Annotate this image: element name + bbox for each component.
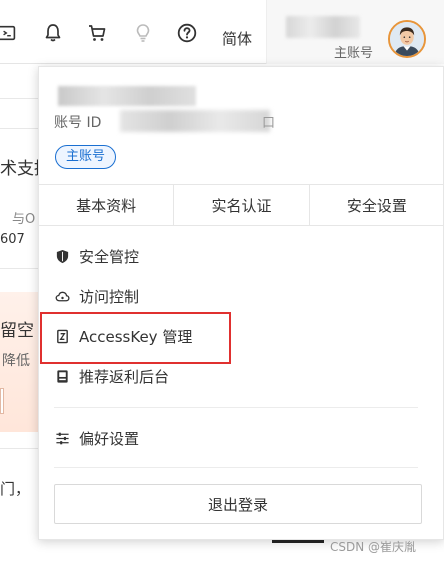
tab-basic-info[interactable]: 基本资料 bbox=[39, 185, 175, 225]
watermark: CSDN @崔庆胤 bbox=[330, 540, 417, 554]
menu-item-label: 访问控制 bbox=[79, 287, 140, 306]
background-divider bbox=[0, 448, 38, 449]
account-tabs: 基本资料 实名认证 安全设置 bbox=[39, 184, 444, 226]
background-text: 降低 bbox=[2, 353, 30, 369]
bell-icon[interactable] bbox=[42, 22, 64, 44]
menu-item-access-control[interactable]: 访问控制 bbox=[54, 285, 139, 307]
menu-divider bbox=[54, 467, 418, 468]
tab-security-settings[interactable]: 安全设置 bbox=[310, 185, 444, 225]
shield-icon bbox=[54, 248, 70, 264]
key-icon bbox=[54, 328, 70, 344]
menu-item-security-control[interactable]: 安全管控 bbox=[54, 245, 139, 267]
copy-icon[interactable]: 口 bbox=[262, 112, 275, 131]
lightbulb-icon[interactable] bbox=[132, 22, 154, 44]
menu-item-label: 安全管控 bbox=[79, 247, 140, 266]
tab-real-name-auth[interactable]: 实名认证 bbox=[174, 185, 310, 225]
terminal-icon[interactable] bbox=[0, 22, 18, 44]
logout-button[interactable]: 退出登录 bbox=[54, 484, 422, 524]
menu-item-accesskey-management[interactable]: AccessKey 管理 bbox=[54, 325, 192, 347]
help-icon[interactable] bbox=[176, 22, 198, 44]
account-id-redacted bbox=[120, 110, 270, 132]
account-type-label: 主账号 bbox=[334, 46, 374, 61]
background-divider bbox=[0, 268, 38, 269]
menu-item-label: 推荐返利后台 bbox=[79, 367, 170, 386]
role-badge: 主账号 bbox=[55, 145, 117, 169]
background-text: 607 bbox=[0, 232, 25, 247]
language-switch[interactable]: 简体 bbox=[222, 28, 252, 49]
avatar[interactable] bbox=[388, 20, 426, 58]
menu-item-label: AccessKey 管理 bbox=[79, 327, 193, 346]
menu-divider bbox=[54, 407, 418, 408]
background-text: 门， bbox=[0, 480, 31, 498]
background-divider bbox=[272, 540, 324, 543]
menu-item-referral-rebate[interactable]: 推荐返利后台 bbox=[54, 365, 169, 387]
top-navigation-bar: 简体 主账号 bbox=[0, 0, 444, 64]
background-text: 与O bbox=[12, 212, 36, 227]
menu-item-label: 偏好设置 bbox=[79, 429, 140, 448]
account-id-label: 账号 ID bbox=[54, 115, 102, 131]
cart-icon[interactable] bbox=[86, 22, 108, 44]
account-name-redacted bbox=[286, 16, 360, 38]
background-divider bbox=[0, 128, 38, 129]
menu-item-preferences[interactable]: 偏好设置 bbox=[54, 427, 139, 449]
gift-icon bbox=[54, 368, 70, 384]
sliders-icon bbox=[54, 430, 70, 446]
cloud-icon bbox=[54, 288, 70, 304]
background-divider bbox=[0, 98, 38, 99]
background-button bbox=[0, 388, 4, 414]
account-name-redacted bbox=[58, 86, 196, 106]
background-text: 留空 bbox=[0, 321, 34, 341]
